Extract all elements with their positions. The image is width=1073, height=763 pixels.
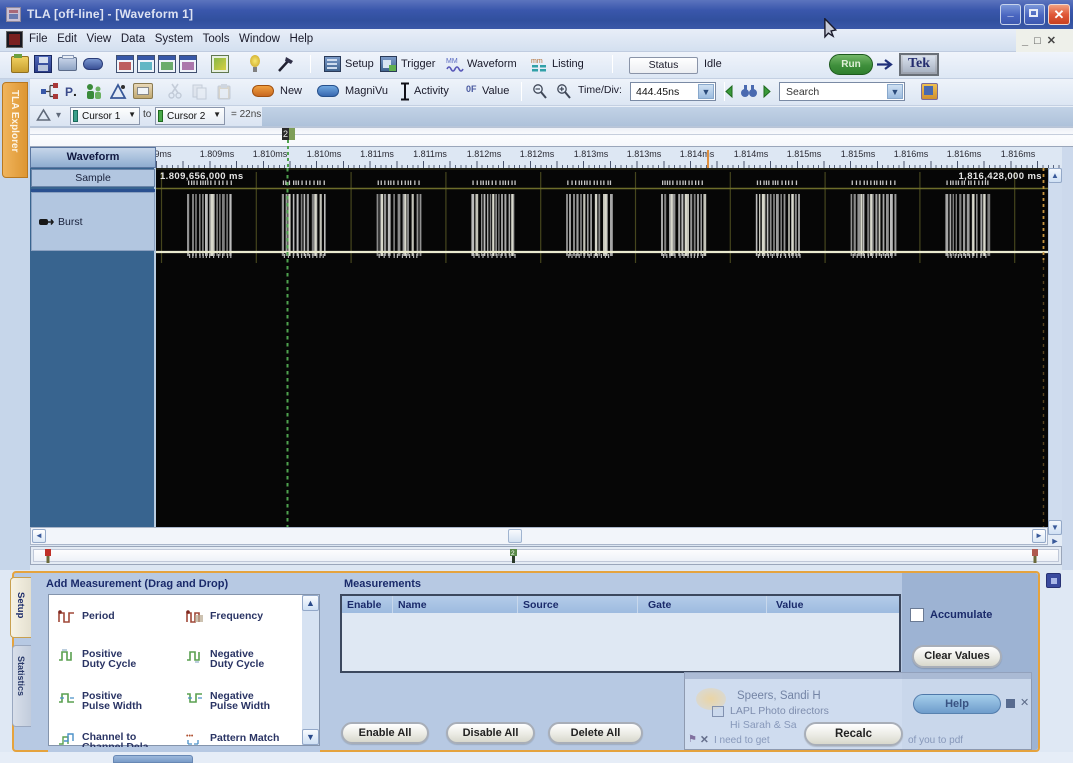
svg-text:1.809,656,000 ms: 1.809,656,000 ms bbox=[160, 171, 244, 182]
svg-text:•••: ••• bbox=[186, 733, 194, 740]
svg-text:mm: mm bbox=[531, 58, 543, 65]
svg-text:MM: MM bbox=[446, 58, 458, 65]
svg-text:2: 2 bbox=[511, 550, 515, 557]
svg-text:1,816,428,000 ms: 1,816,428,000 ms bbox=[958, 171, 1042, 182]
